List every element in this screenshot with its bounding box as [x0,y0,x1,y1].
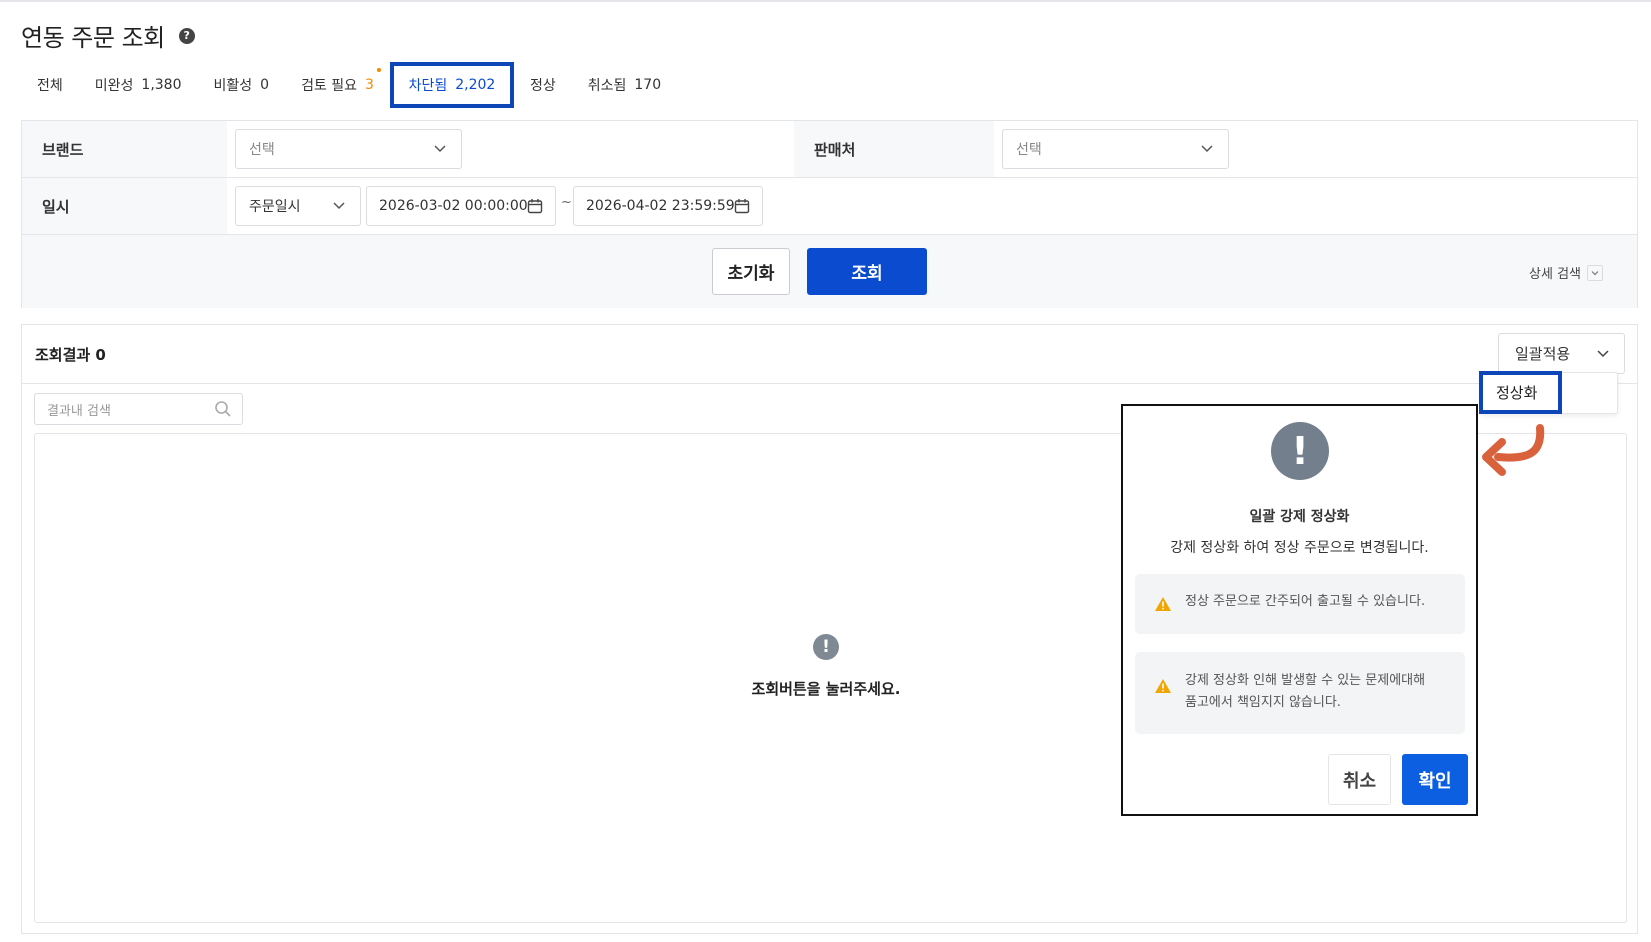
calendar-icon[interactable] [734,198,750,214]
warning-icon [1155,597,1171,611]
tab-count: 170 [634,77,662,93]
tab-count: 3 [365,77,374,93]
status-tabs: 전체 미완성 1,380 비활성 0 검토 필요 3 차단됨 2,202 정상 … [21,62,677,108]
search-button[interactable]: 조회 [807,248,927,295]
filter-panel: 브랜드 선택 판매처 선택 일시 주문일시 2026-03-02 00:00:0… [21,120,1638,308]
dropdown-item-normalize[interactable]: 정상화 [1479,371,1562,414]
bulk-apply-dropdown: 정상화 [1479,371,1618,414]
date-to-value: 2026-04-02 23:59:59 [586,198,735,214]
tab-label: 취소됨 [587,78,627,94]
warning-line: 품고에서 책임지지 않습니다. [1185,695,1341,710]
tab-blocked[interactable]: 차단됨 2,202 [389,62,514,108]
date-to-input[interactable]: 2026-04-02 23:59:59 [573,186,763,226]
date-type-value: 주문일시 [249,199,301,215]
filter-row-brand: 브랜드 선택 판매처 선택 [22,121,1637,178]
seller-select[interactable]: 선택 [1002,129,1229,169]
seller-label: 판매처 [794,121,994,177]
brand-label: 브랜드 [22,121,227,177]
bulk-normalize-modal: ! 일괄 강제 정상화 강제 정상화 하여 정상 주문으로 변경됩니다. 정상 … [1121,404,1478,816]
reset-button[interactable]: 초기화 [712,248,790,295]
warning-box: 강제 정상화 인해 발생할 수 있는 문제에대해 품고에서 책임지지 않습니다. [1135,652,1465,734]
filter-row-date: 일시 주문일시 2026-03-02 00:00:00 ~ 2026-04-02… [22,178,1637,235]
exclamation-icon: ! [813,634,839,660]
warning-line: 강제 정상화 인해 발생할 수 있는 문제에대해 [1185,673,1426,688]
filter-actions: 초기화 조회 상세 검색 [22,235,1637,308]
cancel-button[interactable]: 취소 [1328,754,1391,805]
help-icon[interactable]: ? [178,27,195,44]
warning-text: 정상 주문으로 간주되어 출고될 수 있습니다. [1185,594,1426,609]
tab-label: 미완성 [94,78,134,94]
tab-normal[interactable]: 정상 [514,62,572,108]
chevron-down-icon [434,145,446,153]
detail-search-toggle[interactable]: 상세 검색 [1529,263,1603,282]
chevron-down-icon [333,202,345,210]
tab-cancelled[interactable]: 취소됨 170 [572,62,677,108]
tab-all[interactable]: 전체 [21,62,79,108]
tab-label: 검토 필요 [301,78,358,94]
warning-text: 강제 정상화 인해 발생할 수 있는 문제에대해 품고에서 책임지지 않습니다. [1185,670,1453,714]
tab-review-needed[interactable]: 검토 필요 3 [285,62,390,108]
brand-select[interactable]: 선택 [235,129,462,169]
detail-search-label: 상세 검색 [1529,267,1581,282]
seller-select-value: 선택 [1016,142,1042,158]
tab-incomplete[interactable]: 미완성 1,380 [79,62,198,108]
modal-description: 강제 정상화 하여 정상 주문으로 변경됩니다. [1170,540,1429,556]
tab-count: 0 [260,77,270,93]
results-header: 조회결과 0 일괄적용 [22,325,1637,384]
search-icon[interactable] [214,400,232,418]
tab-label: 전체 [37,78,63,94]
brand-select-value: 선택 [249,142,275,158]
tab-label: 차단됨 [408,78,448,94]
warning-box: 정상 주문으로 간주되어 출고될 수 있습니다. [1135,574,1465,634]
notification-dot [376,68,381,72]
modal-title: 일괄 강제 정상화 [1249,509,1350,525]
date-type-select[interactable]: 주문일시 [235,186,361,226]
chevron-down-icon [1587,264,1603,281]
curved-arrow-icon [1482,424,1545,476]
top-divider [0,0,1651,2]
empty-state: ! 조회버튼을 눌러주세요. [695,634,957,699]
date-from-value: 2026-03-02 00:00:00 [379,198,528,214]
date-from-input[interactable]: 2026-03-02 00:00:00 [366,186,556,226]
tab-count: 1,380 [141,77,182,93]
date-separator: ~ [561,195,572,210]
page-title: 연동 주문 조회 [21,24,165,52]
warning-icon [1155,679,1171,693]
empty-state-text: 조회버튼을 눌러주세요. [751,680,901,698]
result-search-input[interactable]: 결과내 검색 [34,393,243,425]
tab-inactive[interactable]: 비활성 0 [198,62,286,108]
bulk-apply-select[interactable]: 일괄적용 [1498,333,1625,374]
result-search-placeholder: 결과내 검색 [47,403,111,419]
title-row: 연동 주문 조회 ? [21,18,195,53]
date-label: 일시 [22,178,227,234]
calendar-icon[interactable] [527,198,543,214]
exclamation-icon: ! [1271,422,1329,480]
tab-label: 정상 [529,78,556,94]
results-count: 조회결과 0 [35,346,106,364]
tab-label: 비활성 [213,78,253,94]
tab-count: 2,202 [455,77,496,93]
chevron-down-icon [1597,350,1609,358]
chevron-down-icon [1201,145,1213,153]
confirm-button[interactable]: 확인 [1402,754,1468,805]
bulk-apply-label: 일괄적용 [1515,345,1571,363]
